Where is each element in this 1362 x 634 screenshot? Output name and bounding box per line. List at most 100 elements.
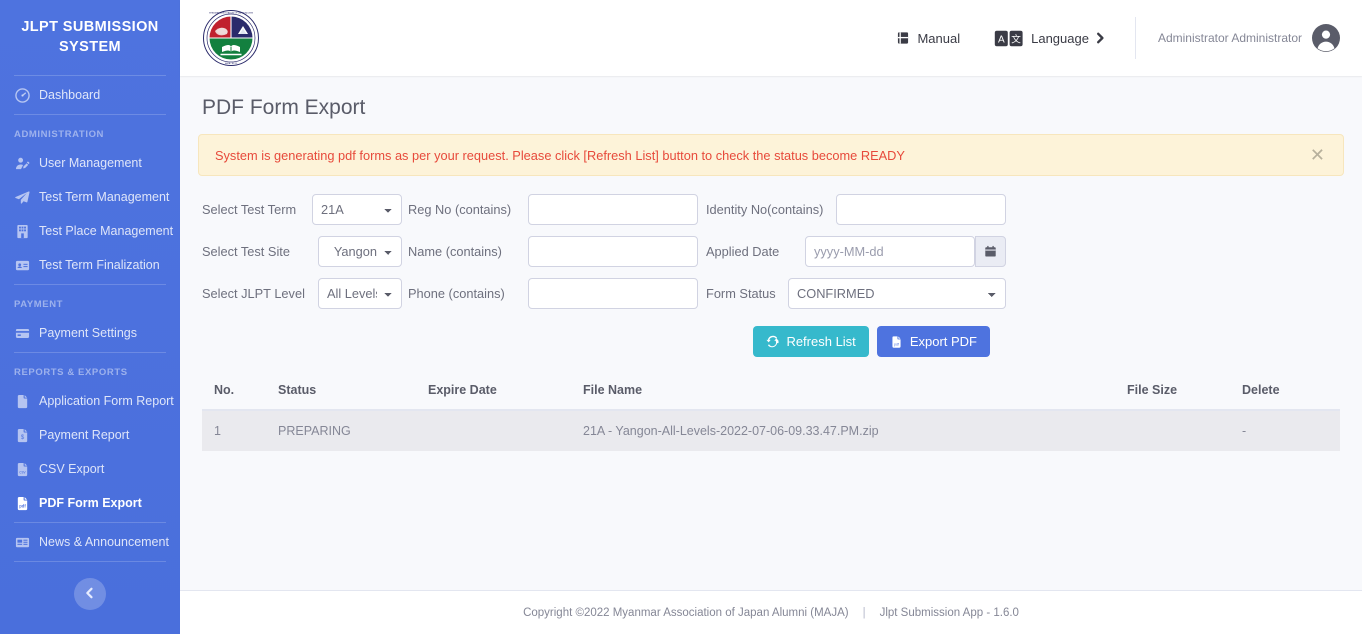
svg-text:pdf: pdf xyxy=(19,503,26,508)
svg-text:csv: csv xyxy=(19,469,26,474)
refresh-list-label: Refresh List xyxy=(786,334,856,349)
file-pdf-icon: pdf xyxy=(14,495,30,511)
book-icon xyxy=(896,31,910,45)
column-header-expire-date: Expire Date xyxy=(416,373,571,411)
identity-no-input[interactable] xyxy=(836,194,1006,225)
phone-input[interactable] xyxy=(528,278,698,309)
table-header-row: No. Status Expire Date File Name File Si… xyxy=(202,373,1340,411)
filter-applied-date: Applied Date xyxy=(706,236,1006,267)
sidebar-collapse-wrap xyxy=(0,578,180,611)
filter-identity-no: Identity No(contains) xyxy=(706,194,1006,225)
sidebar-section-reports-exports: REPORTS & EXPORTS xyxy=(14,367,128,379)
column-header-status: Status xyxy=(266,373,416,411)
table-row[interactable]: 1 PREPARING 21A - Yangon-All-Levels-2022… xyxy=(202,410,1340,451)
footer: Copyright ©2022 Myanmar Association of J… xyxy=(180,590,1362,634)
close-icon[interactable]: ✕ xyxy=(1308,146,1327,164)
table-body: 1 PREPARING 21A - Yangon-All-Levels-2022… xyxy=(202,410,1340,451)
user-circle-icon xyxy=(1312,24,1340,52)
sidebar-divider xyxy=(14,284,166,286)
sidebar-item-label: CSV Export xyxy=(39,462,105,477)
applied-date-input[interactable] xyxy=(805,236,975,267)
filter-jlpt-level: Select JLPT Level All Levels xyxy=(202,278,402,309)
filter-form: Select Test Term 21A Reg No (contains) I… xyxy=(198,194,1344,357)
name-input[interactable] xyxy=(528,236,698,267)
sidebar-item-payment-report[interactable]: $ Payment Report xyxy=(0,418,180,452)
svg-text:A: A xyxy=(998,34,1005,45)
column-header-file-name: File Name xyxy=(571,373,1115,411)
test-term-select[interactable]: 21A xyxy=(312,194,402,225)
column-header-no: No. xyxy=(202,373,266,411)
manual-link[interactable]: Manual xyxy=(888,25,968,52)
sidebar-item-label: Payment Report xyxy=(39,428,130,443)
sidebar-item-test-term-management[interactable]: Test Term Management xyxy=(0,180,180,214)
cell-status: PREPARING xyxy=(266,410,416,451)
sidebar-divider xyxy=(14,561,166,563)
sidebar-item-payment-settings[interactable]: Payment Settings xyxy=(0,316,180,350)
svg-text:MYANMAR ASSOCIATION OF JAPAN A: MYANMAR ASSOCIATION OF JAPAN ALUMNI xyxy=(209,12,253,15)
table-head: No. Status Expire Date File Name File Si… xyxy=(202,373,1340,411)
cell-delete: - xyxy=(1230,410,1340,451)
calendar-icon[interactable] xyxy=(975,236,1006,267)
svg-text:MAJA • ESTD: MAJA • ESTD xyxy=(225,62,238,65)
sidebar-section-payment: PAYMENT xyxy=(14,299,64,311)
user-name: Administrator Administrator xyxy=(1157,31,1302,45)
reg-no-input[interactable] xyxy=(528,194,698,225)
filter-row-1: Select Test Term 21A Reg No (contains) I… xyxy=(202,194,1340,225)
sidebar-item-news-announcement[interactable]: News & Announcement xyxy=(0,525,180,559)
applied-date-label: Applied Date xyxy=(706,244,780,259)
identity-no-label: Identity No(contains) xyxy=(706,202,824,217)
user-menu[interactable]: Administrator Administrator xyxy=(1158,24,1344,52)
alert-message: System is generating pdf forms as per yo… xyxy=(215,147,905,163)
sidebar-divider xyxy=(14,75,166,77)
sidebar-item-user-management[interactable]: User Management xyxy=(0,146,180,180)
column-header-delete: Delete xyxy=(1230,373,1340,411)
content-area: PDF Form Export System is generating pdf… xyxy=(180,76,1362,590)
file-pdf-icon: pdf xyxy=(890,335,903,349)
newspaper-icon xyxy=(14,534,30,550)
chevron-right-icon xyxy=(1096,32,1105,44)
sidebar-item-dashboard[interactable]: Dashboard xyxy=(0,78,180,112)
cell-file-size xyxy=(1115,410,1230,451)
refresh-list-button[interactable]: Refresh List xyxy=(753,326,869,357)
file-icon xyxy=(14,393,30,409)
topbar-separator xyxy=(1134,17,1136,59)
id-card-icon xyxy=(14,257,30,273)
export-pdf-label: Export PDF xyxy=(909,334,977,349)
sidebar-item-label: Dashboard xyxy=(39,88,101,103)
cell-no: 1 xyxy=(202,410,266,451)
filter-form-status: Form Status CONFIRMED xyxy=(706,278,1006,309)
jlpt-level-select[interactable]: All Levels xyxy=(318,278,402,309)
footer-copyright: Copyright ©2022 Myanmar Association of J… xyxy=(523,606,849,619)
paper-plane-icon xyxy=(14,189,30,205)
cell-file-name: 21A - Yangon-All-Levels-2022-07-06-09.33… xyxy=(571,410,1115,451)
footer-separator: | xyxy=(862,606,866,619)
sidebar-item-application-form-report[interactable]: Application Form Report xyxy=(0,384,180,418)
file-csv-icon: csv xyxy=(14,461,30,477)
filter-row-3: Select JLPT Level All Levels Phone (cont… xyxy=(202,278,1340,309)
export-pdf-button[interactable]: pdf Export PDF xyxy=(876,326,990,357)
sidebar-item-label: PDF Form Export xyxy=(39,496,142,511)
sidebar-item-test-term-finalization[interactable]: Test Term Finalization xyxy=(0,248,180,282)
filter-phone: Phone (contains) xyxy=(408,278,698,309)
name-label: Name (contains) xyxy=(408,244,502,259)
sidebar-item-label: Test Term Finalization xyxy=(39,258,160,273)
sidebar-item-csv-export[interactable]: csv CSV Export xyxy=(0,452,180,486)
test-site-select[interactable]: Yangon xyxy=(318,236,402,267)
form-status-select[interactable]: CONFIRMED xyxy=(788,278,1006,309)
sidebar-item-test-place-management[interactable]: Test Place Management xyxy=(0,214,180,248)
sidebar-collapse-button[interactable] xyxy=(74,578,106,611)
filter-test-term: Select Test Term 21A xyxy=(202,194,402,225)
sidebar-section-administration: ADMINISTRATION xyxy=(14,129,105,141)
sidebar-item-pdf-form-export[interactable]: pdf PDF Form Export xyxy=(0,486,180,520)
results-table-wrap: No. Status Expire Date File Name File Si… xyxy=(198,373,1344,451)
column-header-file-size: File Size xyxy=(1115,373,1230,411)
sidebar-divider xyxy=(14,352,166,354)
filter-row-2: Select Test Site Yangon Name (contains) … xyxy=(202,236,1340,267)
file-invoice-dollar-icon: $ xyxy=(14,427,30,443)
phone-label: Phone (contains) xyxy=(408,286,505,301)
sidebar-item-label: Test Place Management xyxy=(39,224,174,239)
brand-title: JLPT SUBMISSION SYSTEM xyxy=(21,19,159,55)
reg-no-label: Reg No (contains) xyxy=(408,202,512,217)
sidebar-item-label: User Management xyxy=(39,156,142,171)
language-switcher[interactable]: A 文 Language xyxy=(986,24,1113,53)
